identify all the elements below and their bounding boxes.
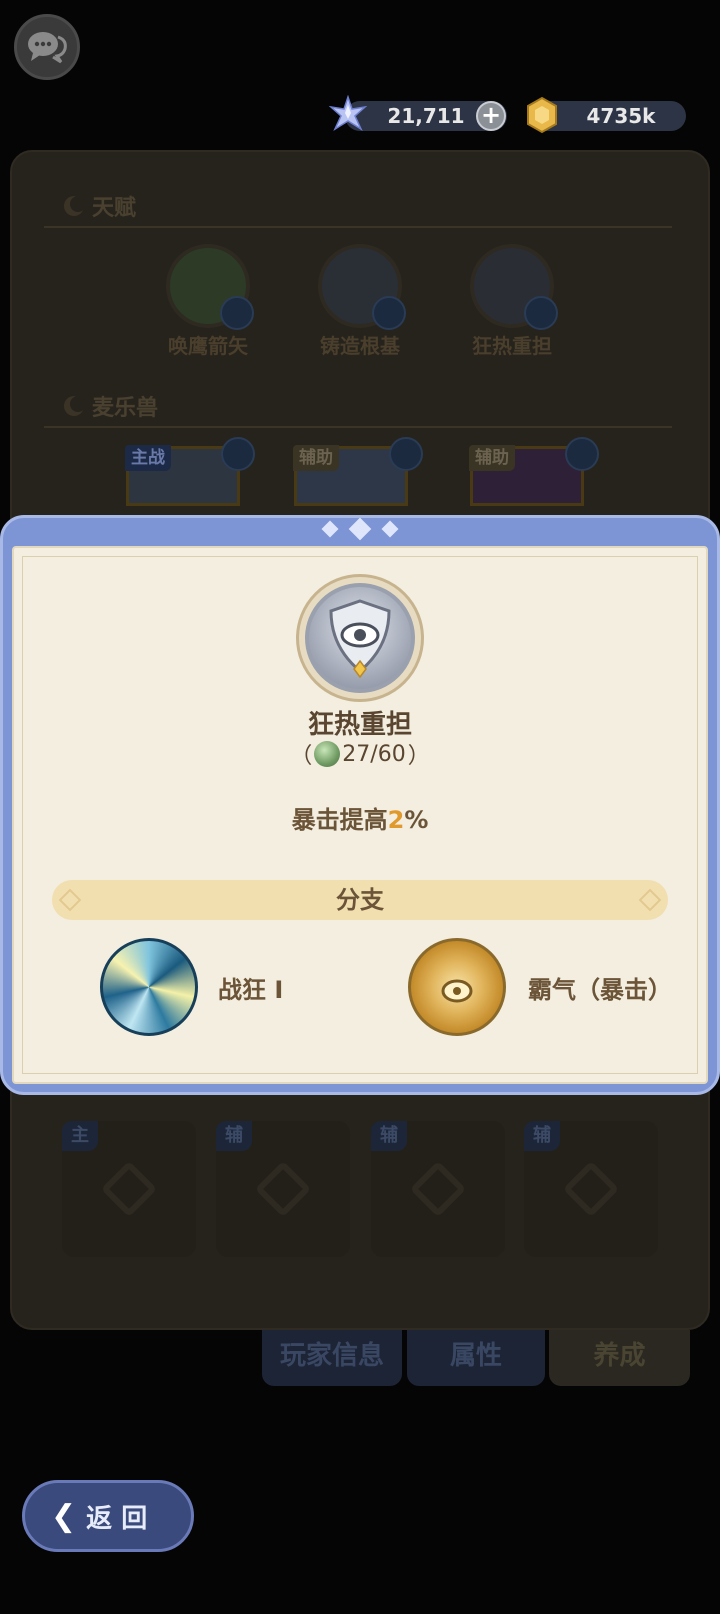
ore-icon (314, 741, 341, 767)
cost-value: 27/60 (342, 741, 406, 767)
branch-name-2[interactable]: 霸气（暴击） (528, 970, 672, 1005)
skill-description: 暴击提高2% (0, 800, 720, 835)
add-gems-button[interactable]: + (476, 101, 506, 131)
eye-icon (441, 979, 473, 1003)
branch-dominance-icon[interactable] (408, 938, 506, 1036)
back-arrow-icon: ❮ (51, 1498, 77, 1534)
slot-tag: 辅 (216, 1121, 252, 1151)
pet-section-label: 麦乐兽 (92, 396, 159, 421)
magnifier-icon (220, 296, 254, 330)
talent-eagle[interactable] (166, 244, 254, 330)
tab-attributes[interactable]: 属性 (407, 1330, 545, 1386)
equip-slot-support-3[interactable]: 辅 (524, 1121, 658, 1257)
branch-name-1[interactable]: 战狂 I (218, 970, 283, 1005)
crescent-icon (64, 396, 86, 416)
star-gem-icon (328, 95, 368, 131)
gem-amount: 21,711 (387, 104, 465, 128)
slot-tag: 辅 (524, 1121, 560, 1151)
magnifier-icon (565, 437, 599, 471)
magnifier-icon (221, 437, 255, 471)
magnifier-icon (524, 296, 558, 330)
talent-section-title: 天赋 (62, 190, 136, 222)
pet-tag: 主战 (125, 445, 171, 471)
branch-berserk-icon[interactable] (100, 938, 198, 1036)
slot-tag: 辅 (371, 1121, 407, 1151)
equip-slot-support-1[interactable]: 辅 (216, 1121, 350, 1257)
tab-cultivate[interactable]: 养成 (549, 1330, 690, 1386)
slot-tag: 主 (62, 1121, 98, 1151)
desc-prefix: 暴击提高 (291, 806, 388, 834)
back-label: 返 回 (86, 1503, 148, 1534)
tab-player-info[interactable]: 玩家信息 (262, 1330, 402, 1386)
divider (44, 426, 672, 428)
desc-value: 2 (387, 806, 405, 834)
diamond-icon (58, 888, 82, 912)
divider (44, 226, 672, 228)
diamond-icon (254, 1160, 312, 1218)
pet-card-support-2[interactable]: 辅助 (469, 437, 599, 506)
diamond-icon (100, 1160, 158, 1218)
cost-paren-close: ） (407, 744, 430, 769)
back-button[interactable]: ❮ 返 回 (22, 1480, 194, 1552)
pet-card-support-1[interactable]: 辅助 (293, 437, 423, 506)
equip-slot-main[interactable]: 主 (62, 1121, 196, 1257)
gold-coin-icon (527, 96, 557, 134)
magnifier-icon (372, 296, 406, 330)
diamond-icon (562, 1160, 620, 1218)
talent-label-1: 唤鹰箭矢 (168, 334, 248, 358)
skill-icon (296, 574, 424, 702)
pet-tag: 辅助 (293, 445, 339, 471)
diamond-icon (638, 888, 662, 912)
talent-label-2: 铸造根基 (320, 334, 400, 358)
gold-amount: 4735k (586, 104, 656, 128)
talent-section-label: 天赋 (92, 196, 137, 221)
skill-cost: （ 27/60 ） (0, 738, 720, 770)
chat-button[interactable] (14, 14, 80, 80)
pet-card-main[interactable]: 主战 (125, 437, 255, 506)
modal-ornament (321, 517, 399, 541)
magnifier-icon (389, 437, 423, 471)
talent-label-3: 狂热重担 (472, 334, 552, 358)
eye-shield-icon (305, 583, 415, 693)
diamond-icon (409, 1160, 467, 1218)
desc-suffix: % (404, 806, 429, 834)
skill-title: 狂热重担 (307, 710, 412, 740)
branch-title: 分支 (336, 886, 384, 914)
crescent-icon (64, 196, 86, 216)
talent-sword[interactable] (318, 244, 406, 330)
pet-section-title: 麦乐兽 (62, 390, 158, 422)
chat-bubbles-icon (28, 32, 67, 64)
branch-header: 分支 (52, 880, 668, 920)
talent-eye-shield[interactable] (470, 244, 558, 330)
cost-paren-open: （ (290, 744, 313, 769)
equip-slot-support-2[interactable]: 辅 (371, 1121, 505, 1257)
pet-tag: 辅助 (469, 445, 515, 471)
